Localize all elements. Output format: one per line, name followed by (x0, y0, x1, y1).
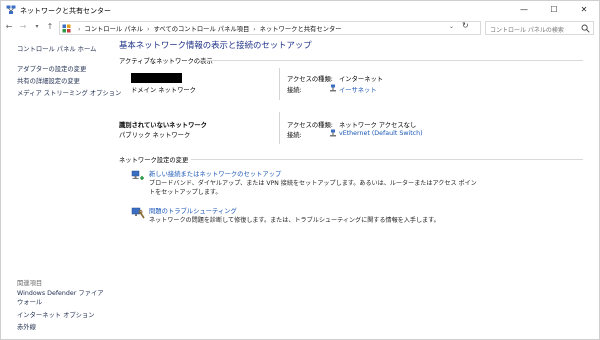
sidebar-item-internet-options[interactable]: インターネット オプション (17, 310, 95, 319)
new-connection-icon (131, 170, 144, 180)
sidebar-item-adapter-settings[interactable]: アダプターの設定の変更 (17, 64, 86, 73)
access-type-value: インターネット (339, 76, 384, 83)
title-bar: ネットワークと共有センター — ☐ ✕ (1, 1, 599, 19)
search-input[interactable]: コントロール パネルの検索 (490, 25, 564, 34)
breadcrumb-item[interactable]: ネットワークと共有センター (260, 26, 342, 33)
control-panel-window: ネットワークと共有センター — ☐ ✕ ← → ▾ ↑ › コントロール パネル ›… (0, 0, 600, 340)
access-type-label: アクセスの種類: (287, 76, 333, 83)
address-dropdown-chevron-icon[interactable]: ⌄ (449, 23, 454, 30)
forward-arrow-icon[interactable]: → (17, 21, 29, 33)
ethernet-icon (330, 84, 336, 92)
access-type-label: アクセスの種類: (287, 122, 333, 129)
change-settings-heading: ネットワーク設定の変更 (119, 157, 189, 164)
navigation-bar: ← → ▾ ↑ › コントロール パネル › すべてのコントロール パネル項目 › ネット… (1, 19, 599, 36)
network-category: ドメイン ネットワーク (131, 87, 196, 94)
maximize-button[interactable]: ☐ (539, 1, 569, 19)
network-name: 識別されていないネットワーク (119, 122, 207, 129)
setup-new-connection-link[interactable]: 新しい接続またはネットワークのセットアップ (149, 169, 281, 178)
troubleshoot-description: ネットワークの問題を診断して修復します。または、トラブルシューティングに関する情… (149, 217, 440, 224)
related-heading: 関連項目 (17, 280, 43, 287)
redacted-network-name (131, 73, 182, 83)
network-category: パブリック ネットワーク (119, 132, 191, 139)
sidebar: コントロール パネル ホーム アダプターの設定の変更 共有の詳細設定の変更 メデ… (1, 36, 121, 340)
connection-link-ethernet[interactable]: イーサネット (339, 85, 377, 94)
divider (279, 112, 280, 144)
connections-label: 接続: (287, 132, 302, 139)
back-arrow-icon[interactable]: ← (3, 21, 15, 33)
search-box[interactable]: コントロール パネルの検索 (485, 21, 594, 35)
breadcrumb-item[interactable]: すべてのコントロール パネル項目 (154, 26, 250, 33)
connections-label: 接続: (287, 87, 302, 94)
main-content: 基本ネットワーク情報の表示と接続のセットアップ アクティブなネットワークの表示 … (111, 36, 599, 340)
up-arrow-icon[interactable]: ↑ (44, 21, 56, 33)
recent-locations-chevron-icon[interactable]: ▾ (31, 21, 43, 33)
window-title: ネットワークと共有センター (20, 7, 111, 15)
troubleshoot-link[interactable]: 問題のトラブルシューティング (149, 206, 237, 215)
access-type-value: ネットワーク アクセスなし (339, 122, 417, 129)
search-icon[interactable] (581, 24, 590, 33)
address-bar[interactable]: › コントロール パネル › すべてのコントロール パネル項目 › ネットワークと共有セン… (59, 21, 481, 35)
divider (191, 159, 583, 160)
divider (279, 68, 280, 100)
sidebar-item-advanced-sharing[interactable]: 共有の詳細設定の変更 (17, 76, 80, 85)
network-center-icon (6, 5, 16, 14)
sidebar-item-control-panel-home[interactable]: コントロール パネル ホーム (17, 44, 96, 53)
breadcrumb-item[interactable]: コントロール パネル (84, 26, 143, 33)
control-panel-icon (62, 24, 71, 33)
sidebar-item-infrared[interactable]: 赤外線 (17, 322, 36, 331)
ethernet-icon (330, 129, 336, 137)
minimize-button[interactable]: — (509, 1, 539, 19)
sidebar-item-media-streaming[interactable]: メディア ストリーミング オプション (17, 88, 121, 97)
page-title: 基本ネットワーク情報の表示と接続のセットアップ (119, 40, 312, 50)
setup-new-connection-description: ブロードバンド、ダイヤルアップ、または VPN 接続をセットアップします。あるい… (149, 180, 477, 196)
divider (199, 60, 583, 61)
refresh-icon[interactable]: ↻ (462, 21, 469, 30)
breadcrumb: › コントロール パネル › すべてのコントロール パネル項目 › ネットワークと共有セン… (78, 26, 342, 33)
troubleshoot-icon (131, 207, 145, 219)
connection-link-vethernet[interactable]: vEthernet (Default Switch) (339, 130, 423, 137)
close-button[interactable]: ✕ (569, 1, 599, 19)
sidebar-item-firewall[interactable]: Windows Defender ファイアウォール (17, 289, 109, 307)
